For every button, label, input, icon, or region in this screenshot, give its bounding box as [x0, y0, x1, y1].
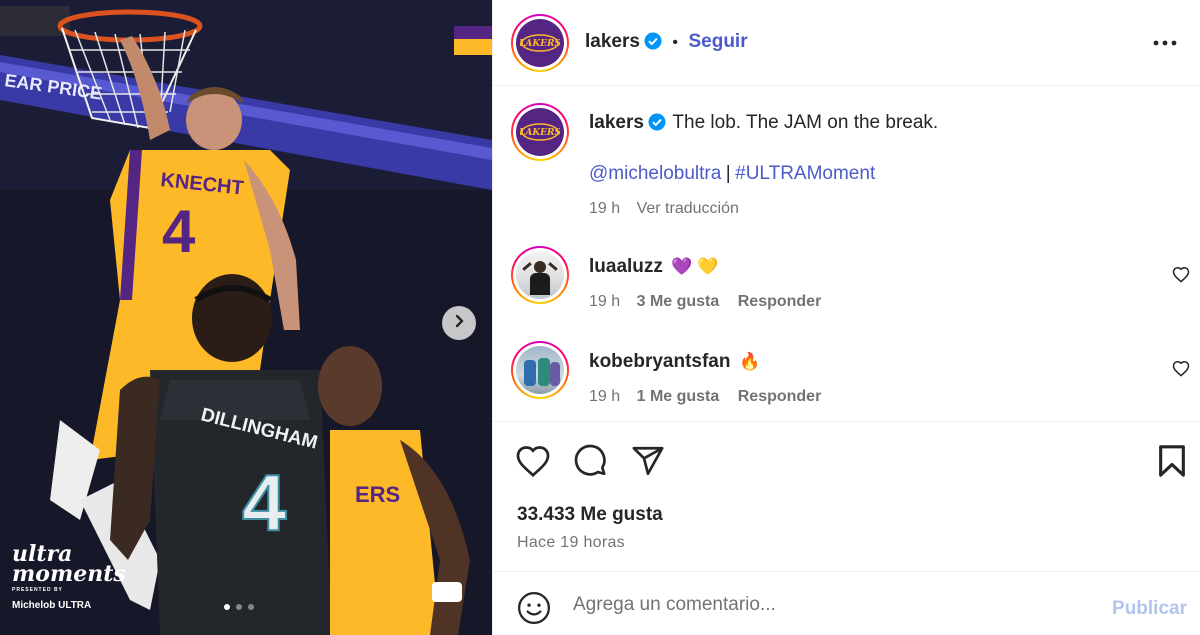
like-heart-icon[interactable]: [515, 444, 551, 483]
jersey-lakers-text: ERS: [355, 482, 400, 507]
caption-username[interactable]: lakers: [589, 112, 644, 133]
comment-bubble-icon[interactable]: [573, 444, 607, 483]
comment-username[interactable]: kobebryantsfan: [589, 351, 730, 372]
user-photo-icon: [516, 251, 564, 299]
save-bookmark-icon[interactable]: [1157, 444, 1187, 483]
comment-composer: Publicar: [493, 571, 1200, 635]
post-sidebar: LAKERS lakers • Seguir LAKERS lakers The…: [492, 0, 1200, 635]
jersey-number-text: 4: [162, 198, 196, 265]
comment-avatar[interactable]: [511, 246, 569, 304]
likes-count[interactable]: 33.433 Me gusta: [517, 504, 663, 526]
comment-input[interactable]: [573, 590, 1093, 620]
caption-divider: |: [725, 163, 731, 184]
comment-age: 19 h: [589, 293, 621, 310]
ultra-moments-logo: ultra moments PRESENTED BY Michelob ULTR…: [12, 541, 126, 611]
publish-button[interactable]: Publicar: [1112, 598, 1187, 620]
emoji-smiley-icon[interactable]: [517, 591, 551, 630]
comment-likes-count[interactable]: 1 Me gusta: [637, 388, 720, 405]
header-separator: •: [672, 34, 679, 51]
svg-text:LAKERS: LAKERS: [520, 39, 560, 49]
carousel-dot: [248, 604, 254, 610]
carousel-dot: [224, 604, 230, 610]
comment-like-heart-icon[interactable]: [1172, 360, 1190, 382]
reply-button[interactable]: Responder: [738, 293, 822, 310]
comment-avatar[interactable]: [511, 341, 569, 399]
verified-badge-icon: [644, 32, 662, 55]
mention-link[interactable]: @michelobultra: [589, 163, 721, 184]
verified-badge-icon: [648, 113, 666, 136]
see-translation-button[interactable]: Ver traducción: [637, 200, 739, 217]
comment-age: 19 h: [589, 388, 621, 405]
post-photo: EAR PRICE KNECHT 4 DILLINGHAM 4 ERS: [0, 0, 492, 635]
comment-text: 💜 💛: [671, 257, 719, 276]
svg-text:LAKERS: LAKERS: [520, 128, 560, 138]
more-options-icon[interactable]: [1153, 34, 1177, 52]
carousel-next-button[interactable]: [442, 306, 476, 340]
comment-like-heart-icon[interactable]: [1172, 266, 1190, 288]
share-send-icon[interactable]: [631, 444, 665, 483]
header-username[interactable]: lakers: [585, 31, 640, 52]
follow-button[interactable]: Seguir: [688, 31, 747, 52]
comment-username[interactable]: luaaluzz: [589, 256, 663, 277]
avatar[interactable]: LAKERS: [511, 14, 569, 72]
chevron-right-icon: [451, 313, 467, 334]
post-actions: 33.433 Me gusta Hace 19 horas: [493, 421, 1200, 571]
post-header: LAKERS lakers • Seguir: [493, 0, 1200, 86]
reply-button[interactable]: Responder: [738, 388, 822, 405]
jersey-back-number-text: 4: [242, 458, 287, 547]
post-media[interactable]: EAR PRICE KNECHT 4 DILLINGHAM 4 ERS ultr…: [0, 0, 492, 635]
carousel-dot: [236, 604, 242, 610]
caption-age: 19 h: [589, 200, 621, 217]
post-timestamp: Hace 19 horas: [517, 534, 625, 551]
lakers-logo-icon: LAKERS: [516, 108, 564, 156]
hashtag-link[interactable]: #ULTRAMoment: [735, 163, 875, 184]
caption-avatar[interactable]: LAKERS: [511, 103, 569, 161]
caption-text: The lob. The JAM on the break.: [672, 112, 939, 133]
caption: lakers The lob. The JAM on the break.: [589, 112, 938, 136]
carousel-dots: [224, 604, 254, 610]
comment-text: 🔥: [738, 352, 761, 371]
comment-likes-count[interactable]: 3 Me gusta: [637, 293, 720, 310]
user-photo-icon: [516, 346, 564, 394]
lakers-logo-icon: LAKERS: [516, 19, 564, 67]
